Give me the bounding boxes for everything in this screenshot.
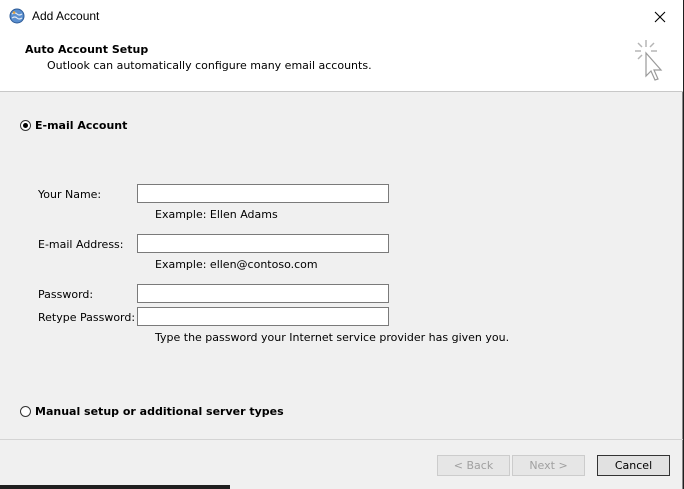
email-account-label: E-mail Account xyxy=(35,119,128,132)
wizard-header: Auto Account Setup Outlook can automatic… xyxy=(0,34,683,92)
email-address-input[interactable] xyxy=(137,234,389,253)
add-account-dialog: Add Account Auto Account Setup Outlook c… xyxy=(0,0,683,489)
retype-password-input[interactable] xyxy=(137,307,389,326)
close-icon xyxy=(654,11,666,23)
email-account-radio[interactable]: E-mail Account xyxy=(20,119,127,132)
your-name-hint: Example: Ellen Adams xyxy=(155,208,278,221)
your-name-label: Your Name: xyxy=(38,188,102,201)
retype-password-label: Retype Password: xyxy=(38,311,136,324)
email-account-radio-circle[interactable] xyxy=(20,120,31,131)
password-hint: Type the password your Internet service … xyxy=(155,331,510,344)
manual-setup-radio[interactable]: Manual setup or additional server types xyxy=(20,405,284,418)
cancel-button[interactable]: Cancel xyxy=(597,455,670,476)
close-button[interactable] xyxy=(637,0,683,34)
outlook-globe-icon xyxy=(9,8,25,24)
manual-setup-radio-circle[interactable] xyxy=(20,406,31,417)
next-button[interactable]: Next > xyxy=(512,455,585,476)
manual-setup-label: Manual setup or additional server types xyxy=(35,405,284,418)
password-label: Password: xyxy=(38,288,94,301)
title-bar[interactable]: Add Account xyxy=(0,0,683,34)
email-address-label: E-mail Address: xyxy=(38,238,124,251)
radio-selected-dot xyxy=(23,123,28,128)
cursor-click-icon xyxy=(635,40,663,81)
email-address-hint: Example: ellen@contoso.com xyxy=(155,258,318,271)
window-title: Add Account xyxy=(32,9,100,23)
your-name-input[interactable] xyxy=(137,184,389,203)
taskbar-edge xyxy=(0,485,230,489)
back-button[interactable]: < Back xyxy=(437,455,510,476)
page-subtitle: Outlook can automatically configure many… xyxy=(47,59,372,72)
password-input[interactable] xyxy=(137,284,389,303)
footer-divider xyxy=(0,439,683,440)
page-title: Auto Account Setup xyxy=(25,43,149,56)
